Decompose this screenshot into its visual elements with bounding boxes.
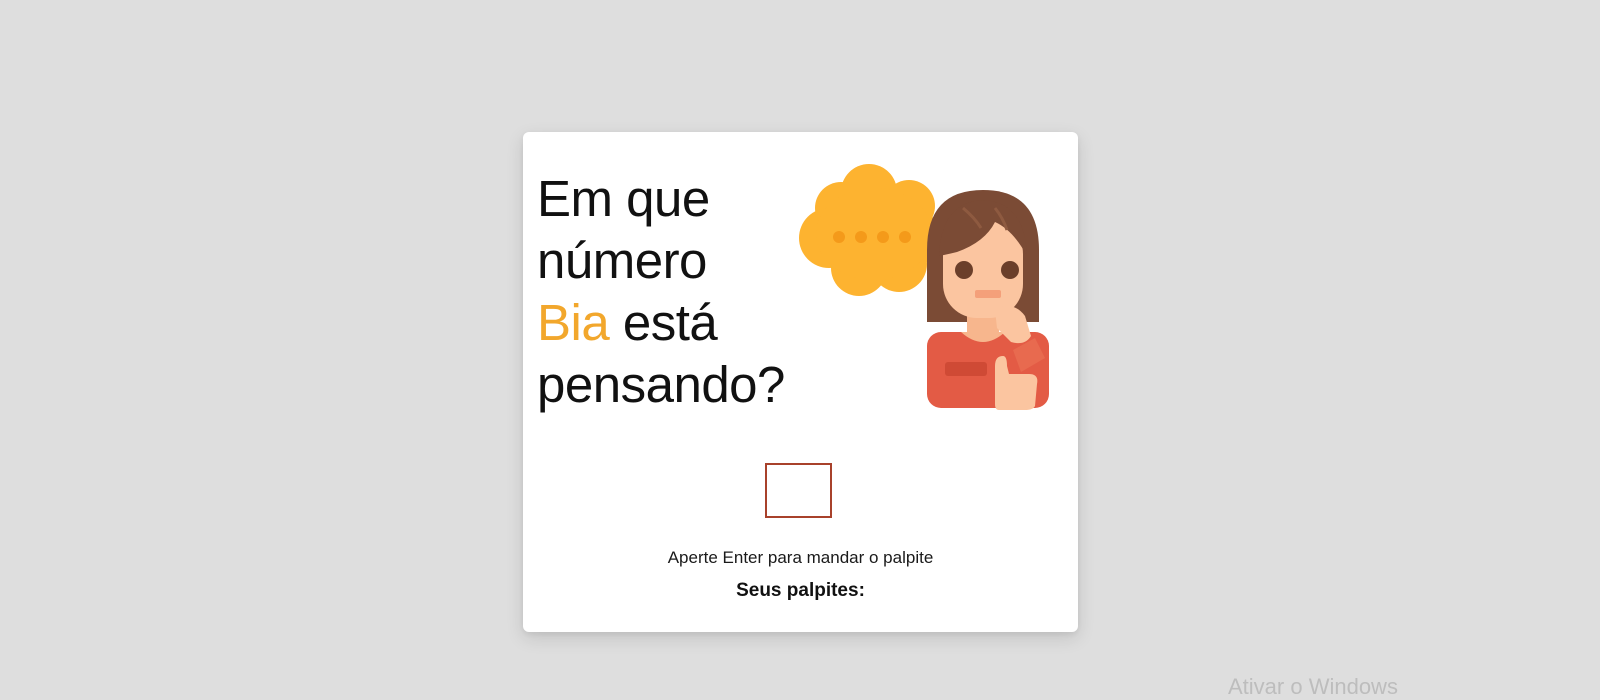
title-name-highlight: Bia xyxy=(537,294,610,351)
thinking-girl-illustration xyxy=(799,160,1059,420)
enter-hint: Aperte Enter para mandar o palpite xyxy=(667,548,934,567)
windows-activation-watermark: Ativar o Windows xyxy=(1228,674,1398,699)
title-line-1: Em que xyxy=(537,170,710,227)
guess-input[interactable] xyxy=(765,463,832,518)
title-line-2: número xyxy=(537,232,707,289)
game-card: Em que número Bia está pensando? Aperte … xyxy=(523,132,1078,632)
thought-bubble-icon xyxy=(799,164,943,296)
title-line-3-rest: está xyxy=(609,294,718,351)
guesses-heading: Seus palpites: xyxy=(736,580,865,601)
page-title: Em que número Bia está pensando? xyxy=(537,168,785,416)
thinking-girl-icon xyxy=(799,164,1049,410)
title-line-4: pensando? xyxy=(537,356,785,413)
title-line-3: Bia está xyxy=(537,292,785,354)
